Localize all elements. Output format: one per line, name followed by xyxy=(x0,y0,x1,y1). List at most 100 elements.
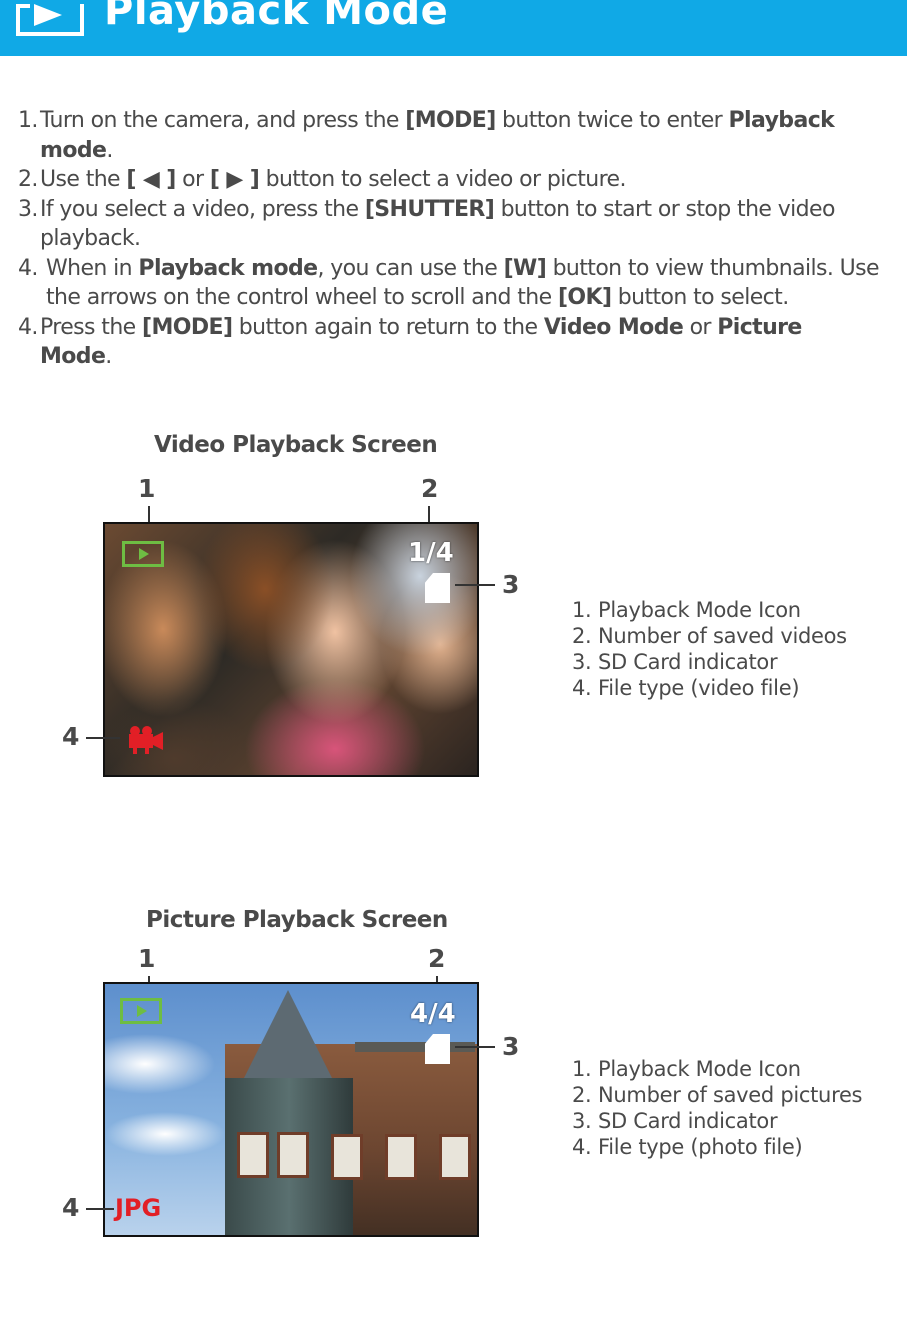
step-text-bold: mode xyxy=(40,137,107,163)
step-text-bold: [MODE] xyxy=(405,108,496,133)
picture-callout-2: 2 xyxy=(428,944,446,973)
step-text-bold: [MODE] xyxy=(142,314,233,340)
instruction-step: 4. When in Playback mode, you can use the… xyxy=(18,254,898,313)
step-text: Turn on the camera, and press the [MODE]… xyxy=(40,106,898,136)
step-text-run: or xyxy=(683,314,718,340)
instruction-list: 1. Turn on the camera, and press the [MOD… xyxy=(18,106,898,372)
picture-callout-1: 1 xyxy=(138,944,156,973)
step-number: 2. xyxy=(18,167,38,192)
legend-item: 3. SD Card indicator xyxy=(572,649,847,675)
legend-item-label: Number of saved pictures xyxy=(598,1083,863,1107)
step-text-run: , you can use the xyxy=(317,255,504,281)
step-number: 4. xyxy=(18,314,38,340)
legend-item: 1. Playback Mode Icon xyxy=(572,1056,862,1082)
photo-window xyxy=(439,1134,471,1180)
legend-item: 4. File type (video file) xyxy=(572,675,847,701)
page-title: Playback Mode xyxy=(104,0,449,34)
step-text-bold: [ ▶ ] xyxy=(209,167,260,192)
picture-screen-title: Picture Playback Screen xyxy=(146,907,448,933)
photo-tower-roof xyxy=(243,990,333,1080)
step-text-run: playback. xyxy=(40,226,141,251)
picture-legend: 1. Playback Mode Icon 2. Number of saved pi… xyxy=(572,1056,863,1160)
step-text-run: button to start or stop the video xyxy=(494,196,836,222)
step-text-run: button again to return to the xyxy=(232,314,544,340)
legend-item-label: SD Card indicator xyxy=(598,650,778,674)
video-callout-4-line xyxy=(86,737,120,739)
picture-callout-4-line xyxy=(86,1208,114,1210)
step-text-run: . xyxy=(105,344,112,369)
step-text-bold: Video Mode xyxy=(543,314,684,340)
legend-item-number: 2. xyxy=(572,1083,592,1107)
step-text: Press the [MODE] button again to return … xyxy=(40,313,898,343)
legend-item-label: File type (photo file) xyxy=(598,1135,803,1159)
step-number: 4. xyxy=(18,255,38,281)
step-text-run: button to view thumbnails. Use xyxy=(546,255,880,281)
video-callout-4: 4 xyxy=(62,722,80,751)
step-text-bold: [W] xyxy=(503,255,547,281)
picture-playback-screen: 4/4 JPG xyxy=(103,982,479,1237)
playback-mode-icon xyxy=(16,4,84,36)
legend-item: 2. Number of saved pictures xyxy=(572,1082,863,1108)
video-callout-2: 2 xyxy=(421,474,439,503)
instruction-step: 2. Use the [ ◀ ] or [ ▶ ] button to selec… xyxy=(18,165,898,195)
step-text-run: button to select. xyxy=(611,285,789,310)
step-text-bold: [OK] xyxy=(557,285,612,310)
step-text-bold: Playback xyxy=(728,108,835,133)
step-text-run: or xyxy=(175,167,210,192)
legend-item-number: 2. xyxy=(572,624,592,648)
legend-item: 2. Number of saved videos xyxy=(572,623,847,649)
legend-item-number: 3. xyxy=(572,1109,592,1133)
step-text-bold: Mode xyxy=(40,344,106,369)
step-text: If you select a video, press the [SHUTTE… xyxy=(40,195,898,225)
step-text: When in Playback mode, you can use the [… xyxy=(40,254,898,284)
photo-window xyxy=(331,1134,363,1180)
picture-callout-4: 4 xyxy=(62,1193,80,1222)
video-playback-screen: 1/4 xyxy=(103,522,479,777)
legend-item-label: SD Card indicator xyxy=(598,1109,778,1133)
play-icon xyxy=(120,998,162,1024)
step-text: playback. xyxy=(40,224,898,254)
photo-window xyxy=(277,1132,309,1178)
step-text: the arrows on the control wheel to scrol… xyxy=(40,283,898,313)
legend-item-number: 4. xyxy=(572,676,592,700)
legend-item-label: Playback Mode Icon xyxy=(598,598,801,622)
legend-item-label: Playback Mode Icon xyxy=(598,1057,801,1081)
legend-item-number: 1. xyxy=(572,1057,592,1081)
step-number: 1. xyxy=(18,108,38,133)
instruction-step: 1. Turn on the camera, and press the [MOD… xyxy=(18,106,898,165)
legend-item: 1. Playback Mode Icon xyxy=(572,597,847,623)
sd-card-icon xyxy=(425,1034,450,1064)
legend-item-number: 1. xyxy=(572,598,592,622)
instruction-step: 3. If you select a video, press the [SHUT… xyxy=(18,195,898,254)
legend-item: 4. File type (photo file) xyxy=(572,1134,862,1160)
step-text-run: the arrows on the control wheel to scrol… xyxy=(46,285,558,310)
step-text-run: If you select a video, press the xyxy=(40,196,365,222)
file-type-jpg-label: JPG xyxy=(115,1194,162,1222)
video-callout-1: 1 xyxy=(138,474,156,503)
video-callout-3-line xyxy=(455,584,495,586)
step-text-run: Press the xyxy=(40,314,142,340)
step-text-bold: [SHUTTER] xyxy=(364,196,495,222)
step-text-run: button twice to enter xyxy=(495,108,729,133)
legend-item-label: File type (video file) xyxy=(598,676,800,700)
step-text: Use the [ ◀ ] or [ ▶ ] button to select … xyxy=(40,165,898,195)
video-screen-title: Video Playback Screen xyxy=(154,432,438,458)
play-icon xyxy=(122,541,164,567)
step-text-bold: Playback mode xyxy=(138,255,318,281)
step-text: Mode. xyxy=(40,342,898,372)
video-camera-icon xyxy=(129,726,163,754)
step-text-run: button to select a video or picture. xyxy=(259,167,627,192)
video-counter: 1/4 xyxy=(408,538,454,568)
video-callout-3: 3 xyxy=(502,570,520,599)
header-bar: Playback Mode xyxy=(0,0,907,56)
video-legend: 1. Playback Mode Icon 2. Number of saved vi… xyxy=(572,597,847,701)
legend-item-label: Number of saved videos xyxy=(598,624,847,648)
step-text: mode. xyxy=(40,136,898,166)
step-text-bold: Picture xyxy=(717,314,802,340)
picture-callout-3: 3 xyxy=(502,1032,520,1061)
photo-window xyxy=(237,1132,269,1178)
step-text-run: Use the xyxy=(40,167,127,192)
step-text-run: When in xyxy=(46,255,139,281)
step-text-run: Turn on the camera, and press the xyxy=(40,108,406,133)
step-number: 3. xyxy=(18,196,38,222)
